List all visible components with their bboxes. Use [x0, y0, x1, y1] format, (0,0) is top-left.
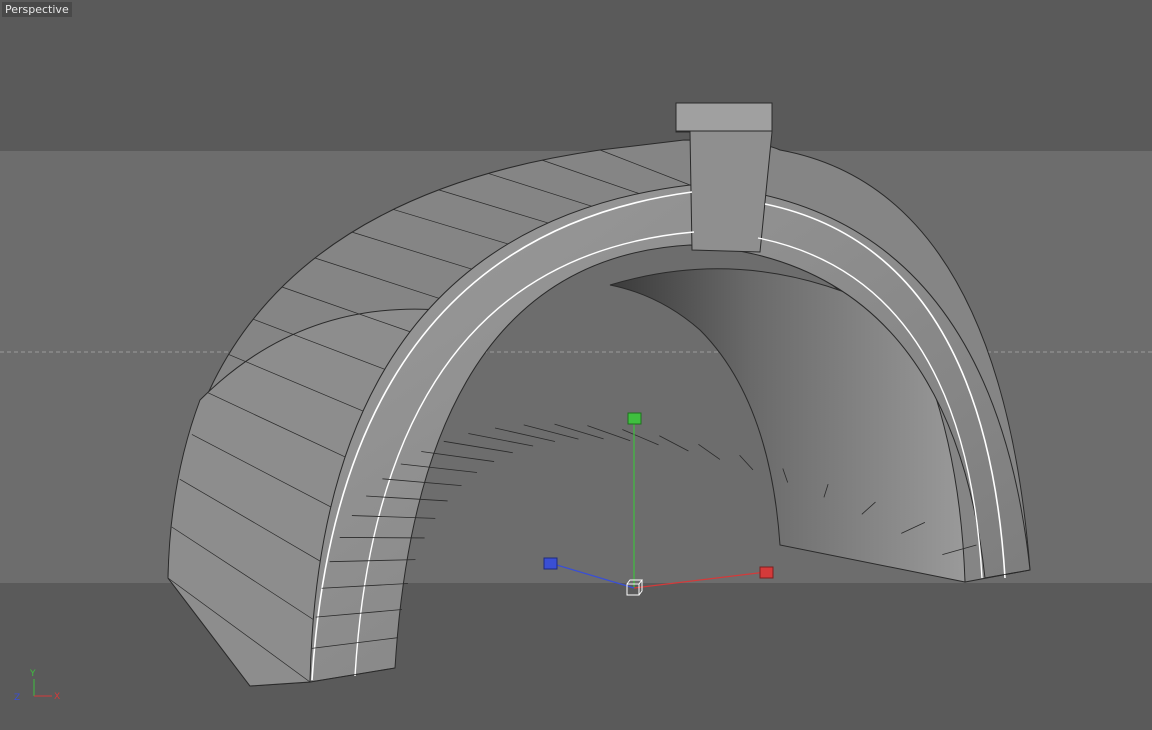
- background-bottom: [0, 583, 1152, 730]
- axis-indicator-x-label: X: [54, 692, 60, 702]
- view-label[interactable]: Perspective: [2, 2, 72, 17]
- blue-cube-handle-icon[interactable]: [543, 557, 558, 570]
- green-cube-handle-icon[interactable]: [627, 412, 642, 425]
- keystone-cap: [675, 102, 773, 132]
- 3d-viewport[interactable]: Y X Z Perspective: [0, 0, 1152, 730]
- scene-canvas[interactable]: Y X Z: [0, 0, 1152, 730]
- axis-indicator-z-label: Z: [14, 693, 20, 703]
- red-cube-handle-icon[interactable]: [759, 566, 774, 579]
- axis-indicator-y-label: Y: [29, 669, 36, 679]
- background-top: [0, 0, 1152, 151]
